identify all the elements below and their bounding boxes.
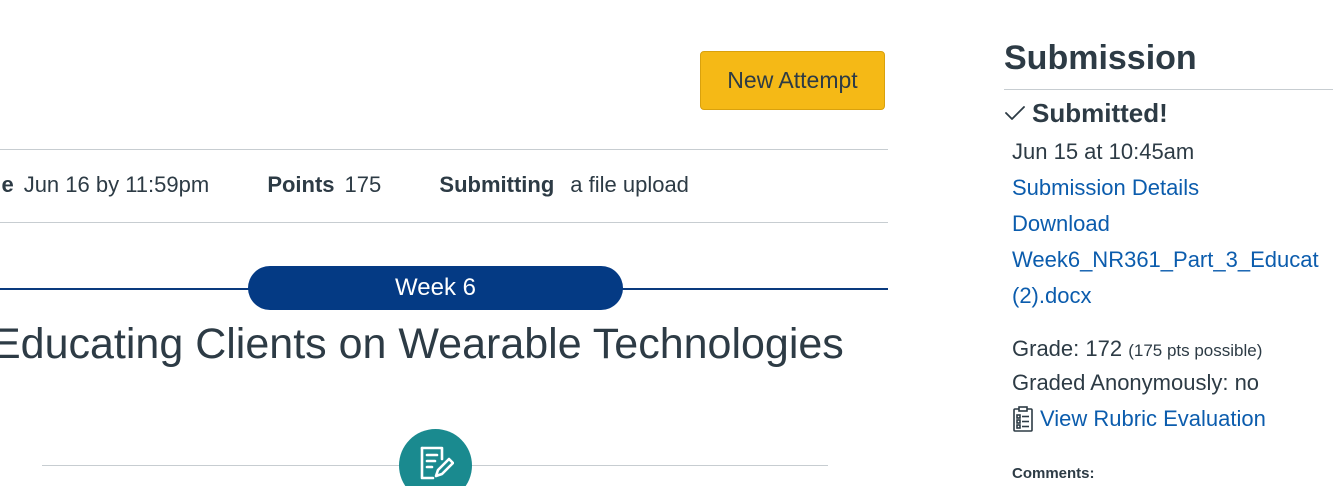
file-name-link[interactable]: Week6_NR361_Part_3_Educat: [1012, 245, 1319, 275]
due-label: ue: [0, 172, 14, 197]
grade-value: Grade: 172: [1012, 336, 1123, 361]
due-value: Jun 16 by 11:59pm: [23, 172, 210, 197]
comments-label: Comments:: [1012, 465, 1095, 482]
assignment-page: New Attempt ue Jun 16 by 11:59pm Points 17…: [0, 0, 1333, 486]
divider-top: [0, 149, 888, 150]
submitting-label: Submitting: [439, 172, 555, 197]
divider-bottom: [0, 222, 888, 223]
submitting-value: a file upload: [570, 172, 689, 197]
submitted-timestamp: Jun 15 at 10:45am: [1012, 139, 1195, 164]
submission-heading: Submission: [1004, 39, 1197, 77]
due-group: ue Jun 16 by 11:59pm: [0, 169, 209, 201]
file-name-link-continued[interactable]: (2).docx: [1012, 281, 1091, 311]
checkmark-icon: [1005, 106, 1025, 120]
points-label: Points: [267, 172, 335, 197]
submission-divider: [1004, 89, 1333, 90]
submitting-group: Submitting a file upload: [439, 169, 689, 201]
view-rubric-label: View Rubric Evaluation: [1040, 406, 1266, 431]
assignment-title: Educating Clients on Wearable Technologi…: [0, 320, 844, 368]
new-attempt-button[interactable]: New Attempt: [700, 51, 885, 110]
grade-possible: (175 pts possible): [1128, 341, 1263, 360]
points-group: Points 175: [267, 169, 381, 201]
submission-details-link[interactable]: Submission Details: [1012, 173, 1199, 203]
rubric-icon: [1013, 406, 1033, 432]
submission-status: Submitted!: [1004, 96, 1168, 130]
grade-line: Grade: 172 (175 pts possible): [1012, 334, 1262, 366]
assignment-edit-icon: [399, 429, 472, 486]
view-rubric-link[interactable]: View Rubric Evaluation: [1012, 404, 1266, 434]
week-banner: Week 6: [248, 266, 623, 310]
points-value: 175: [344, 172, 382, 197]
submission-status-text: Submitted!: [1032, 98, 1168, 128]
assignment-details: ue Jun 16 by 11:59pm Points 175 Submitting…: [0, 169, 689, 201]
graded-anonymously: Graded Anonymously: no: [1012, 370, 1260, 395]
download-link[interactable]: Download: [1012, 209, 1110, 239]
